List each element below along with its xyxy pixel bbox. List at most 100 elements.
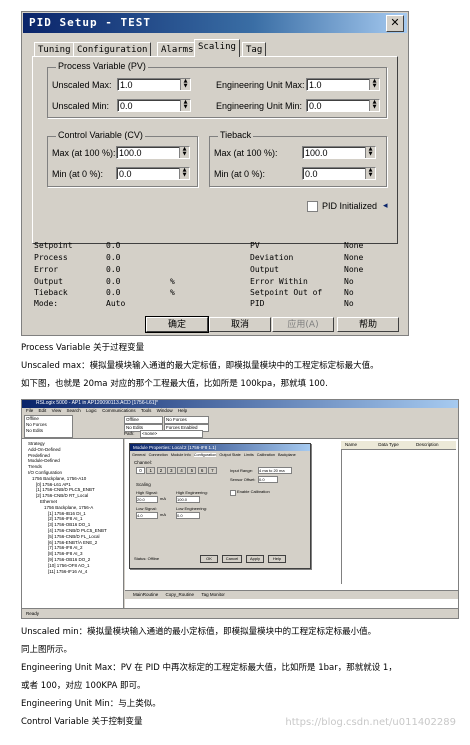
sensor-offset-label: Sensor Offset: (230, 477, 256, 482)
rs-col-name[interactable]: Name (345, 442, 357, 447)
rs-mode-dropdown[interactable]: Offline (124, 416, 163, 424)
rs-path-field[interactable]: <none> (140, 430, 203, 438)
rs-menu-view[interactable]: View (52, 408, 62, 413)
rs-tab-main[interactable]: MainRoutine (133, 592, 158, 597)
rslogix-screenshot: RSLogix 5000 - AP1 in AP120090113.ACD [1… (21, 399, 459, 619)
tieback-group: Tieback Max (at 100 %): 100.0 ▲ ▼ Min (at… (209, 130, 387, 187)
cv-max-spinner[interactable]: 100.0 ▲ ▼ (116, 146, 190, 159)
channel-selector: 0 1 2 3 4 5 6 7 (136, 467, 217, 474)
help-button[interactable]: 帮助 (337, 317, 399, 332)
sensor-offset-field[interactable]: 0.0 (258, 476, 278, 483)
unscaled-max-label: Unscaled Max: (52, 80, 112, 90)
spin-arrows-icon[interactable]: ▲ ▼ (180, 79, 190, 90)
input-range-dropdown[interactable]: 4 ma to 20 ma (258, 467, 292, 474)
cv-min-spinner[interactable]: 0.0 ▲ ▼ (116, 167, 190, 180)
spin-arrows-icon[interactable]: ▲ ▼ (365, 168, 375, 179)
module-cancel-button[interactable]: Cancel (222, 555, 242, 563)
tab-configuration[interactable]: Configuration (73, 42, 152, 57)
tb-max-spinner[interactable]: 100.0 ▲ ▼ (302, 146, 376, 159)
rs-menu-search[interactable]: Search (67, 408, 81, 413)
mod-tab-backplane[interactable]: Backplane (278, 453, 296, 457)
unscaled-min-spinner[interactable]: 0.0 ▲ ▼ (117, 99, 191, 112)
channel-6[interactable]: 6 (197, 467, 207, 474)
status-deviation-value: None (344, 253, 364, 262)
high-signal-field[interactable]: 20.0 (136, 496, 158, 503)
cv-min-label: Min (at 0 %): (52, 169, 104, 179)
rs-menu-file[interactable]: File (26, 408, 33, 413)
paragraph-unscaled-min: Unscaled min：模拟量模块输入通道的最小定标值，即模拟量模块中的工程定… (21, 627, 377, 637)
rs-tab-monitor[interactable]: Tag Monitor (201, 592, 225, 597)
unscaled-max-spinner[interactable]: 1.0 ▲ ▼ (117, 78, 191, 91)
rs-menu-logic[interactable]: Logic (86, 408, 97, 413)
mod-tab-output[interactable]: Output State (219, 453, 240, 457)
mod-tab-calibration[interactable]: Calibration (257, 453, 275, 457)
mod-tab-limits[interactable]: Limits (244, 453, 254, 457)
control-variable-group: Control Variable (CV) Max (at 100 %): 10… (47, 130, 198, 187)
rs-menu-window[interactable]: Window (157, 408, 173, 413)
mod-tab-configuration[interactable]: Configuration (193, 453, 217, 457)
enable-calibration-checkbox[interactable] (230, 490, 236, 496)
module-help-button[interactable]: Help (268, 555, 286, 563)
spin-arrows-icon[interactable]: ▲ ▼ (369, 100, 379, 111)
ok-button[interactable]: 确定 (145, 316, 209, 333)
spin-arrows-icon[interactable]: ▲ ▼ (365, 147, 375, 158)
low-signal-field[interactable]: 4.0 (136, 512, 158, 519)
rs-menu-tools[interactable]: Tools (141, 408, 152, 413)
tb-min-spinner[interactable]: 0.0 ▲ ▼ (302, 167, 376, 180)
rs-tag-header: Name Data Type Description (341, 441, 456, 450)
status-deviation-label: Deviation (250, 253, 294, 262)
pid-initialized-checkbox[interactable] (307, 201, 318, 212)
channel-4[interactable]: 4 (177, 467, 187, 474)
high-signal-unit: mA (160, 496, 166, 501)
channel-1[interactable]: 1 (146, 467, 156, 474)
channel-5[interactable]: 5 (187, 467, 197, 474)
arrow-left-icon[interactable]: ◂ (383, 200, 388, 211)
rs-menu-comms[interactable]: Communications (102, 408, 136, 413)
mod-tab-general[interactable]: General (132, 453, 146, 457)
rs-menu-edit[interactable]: Edit (39, 408, 47, 413)
rs-menu-help[interactable]: Help (178, 408, 187, 413)
status-setpoint-out-label: Setpoint Out of (250, 288, 323, 297)
channel-2[interactable]: 2 (156, 467, 166, 474)
channel-7[interactable]: 7 (207, 467, 217, 474)
rs-col-desc[interactable]: Description (416, 442, 439, 447)
spin-arrows-icon[interactable]: ▲ ▼ (179, 168, 189, 179)
tree-item[interactable]: [11] 1756-IF16 AI_4 (28, 569, 123, 575)
rs-col-type[interactable]: Data Type (378, 442, 398, 447)
cv-max-value: 100.0 (119, 148, 142, 158)
rs-title: RSLogix 5000 - AP1 in AP120090113.ACD [1… (36, 400, 158, 406)
status-mode-label: Mode: (34, 299, 59, 308)
paragraph-cv-heading: Control Variable 关于控制变量 (21, 717, 143, 727)
low-eng-field[interactable]: 0.0 (176, 512, 200, 519)
low-signal-label: Low Signal: (136, 506, 157, 511)
channel-3[interactable]: 3 (166, 467, 176, 474)
cancel-button[interactable]: 取消 (209, 317, 271, 332)
rs-tab-copy[interactable]: Copy_Routine (166, 592, 195, 597)
status-output-label: Output (34, 277, 63, 286)
spin-arrows-icon[interactable]: ▲ ▼ (179, 147, 189, 158)
eng-min-spinner[interactable]: 0.0 ▲ ▼ (306, 99, 380, 112)
status-tieback-value: 0.0 (106, 288, 121, 297)
rs-workspace: Name Data Type Description MainRoutine C… (125, 439, 458, 609)
mod-tab-connection[interactable]: Connection (149, 453, 168, 457)
spin-arrows-icon[interactable]: ▲ ▼ (180, 100, 190, 111)
channel-0[interactable]: 0 (136, 467, 145, 474)
high-eng-field[interactable]: 100.0 (176, 496, 200, 503)
eng-max-spinner[interactable]: 1.0 ▲ ▼ (306, 78, 380, 91)
mod-tab-info[interactable]: Module Info (171, 453, 191, 457)
apply-button[interactable]: 应用(A) (272, 317, 334, 332)
module-ok-button[interactable]: OK (200, 555, 218, 563)
rs-status-box: Offline No Forces No Edits (24, 415, 73, 438)
rs-bottom-tabs: MainRoutine Copy_Routine Tag Monitor (125, 590, 458, 599)
rs-forces-dropdown[interactable]: No Forces (164, 416, 209, 424)
tab-tuning[interactable]: Tuning (34, 42, 75, 57)
dialog-titlebar[interactable]: PID Setup - TEST ✕ (23, 13, 407, 33)
tab-scaling[interactable]: Scaling (194, 39, 240, 57)
spin-arrows-icon[interactable]: ▲ ▼ (369, 79, 379, 90)
close-button[interactable]: ✕ (386, 15, 404, 32)
module-apply-button[interactable]: Apply (246, 555, 264, 563)
low-eng-label: Low Engineering: (176, 506, 207, 511)
tab-alarms[interactable]: Alarms (157, 42, 198, 57)
high-signal-label: High Signal: (136, 490, 158, 495)
tab-tag[interactable]: Tag (242, 42, 267, 57)
